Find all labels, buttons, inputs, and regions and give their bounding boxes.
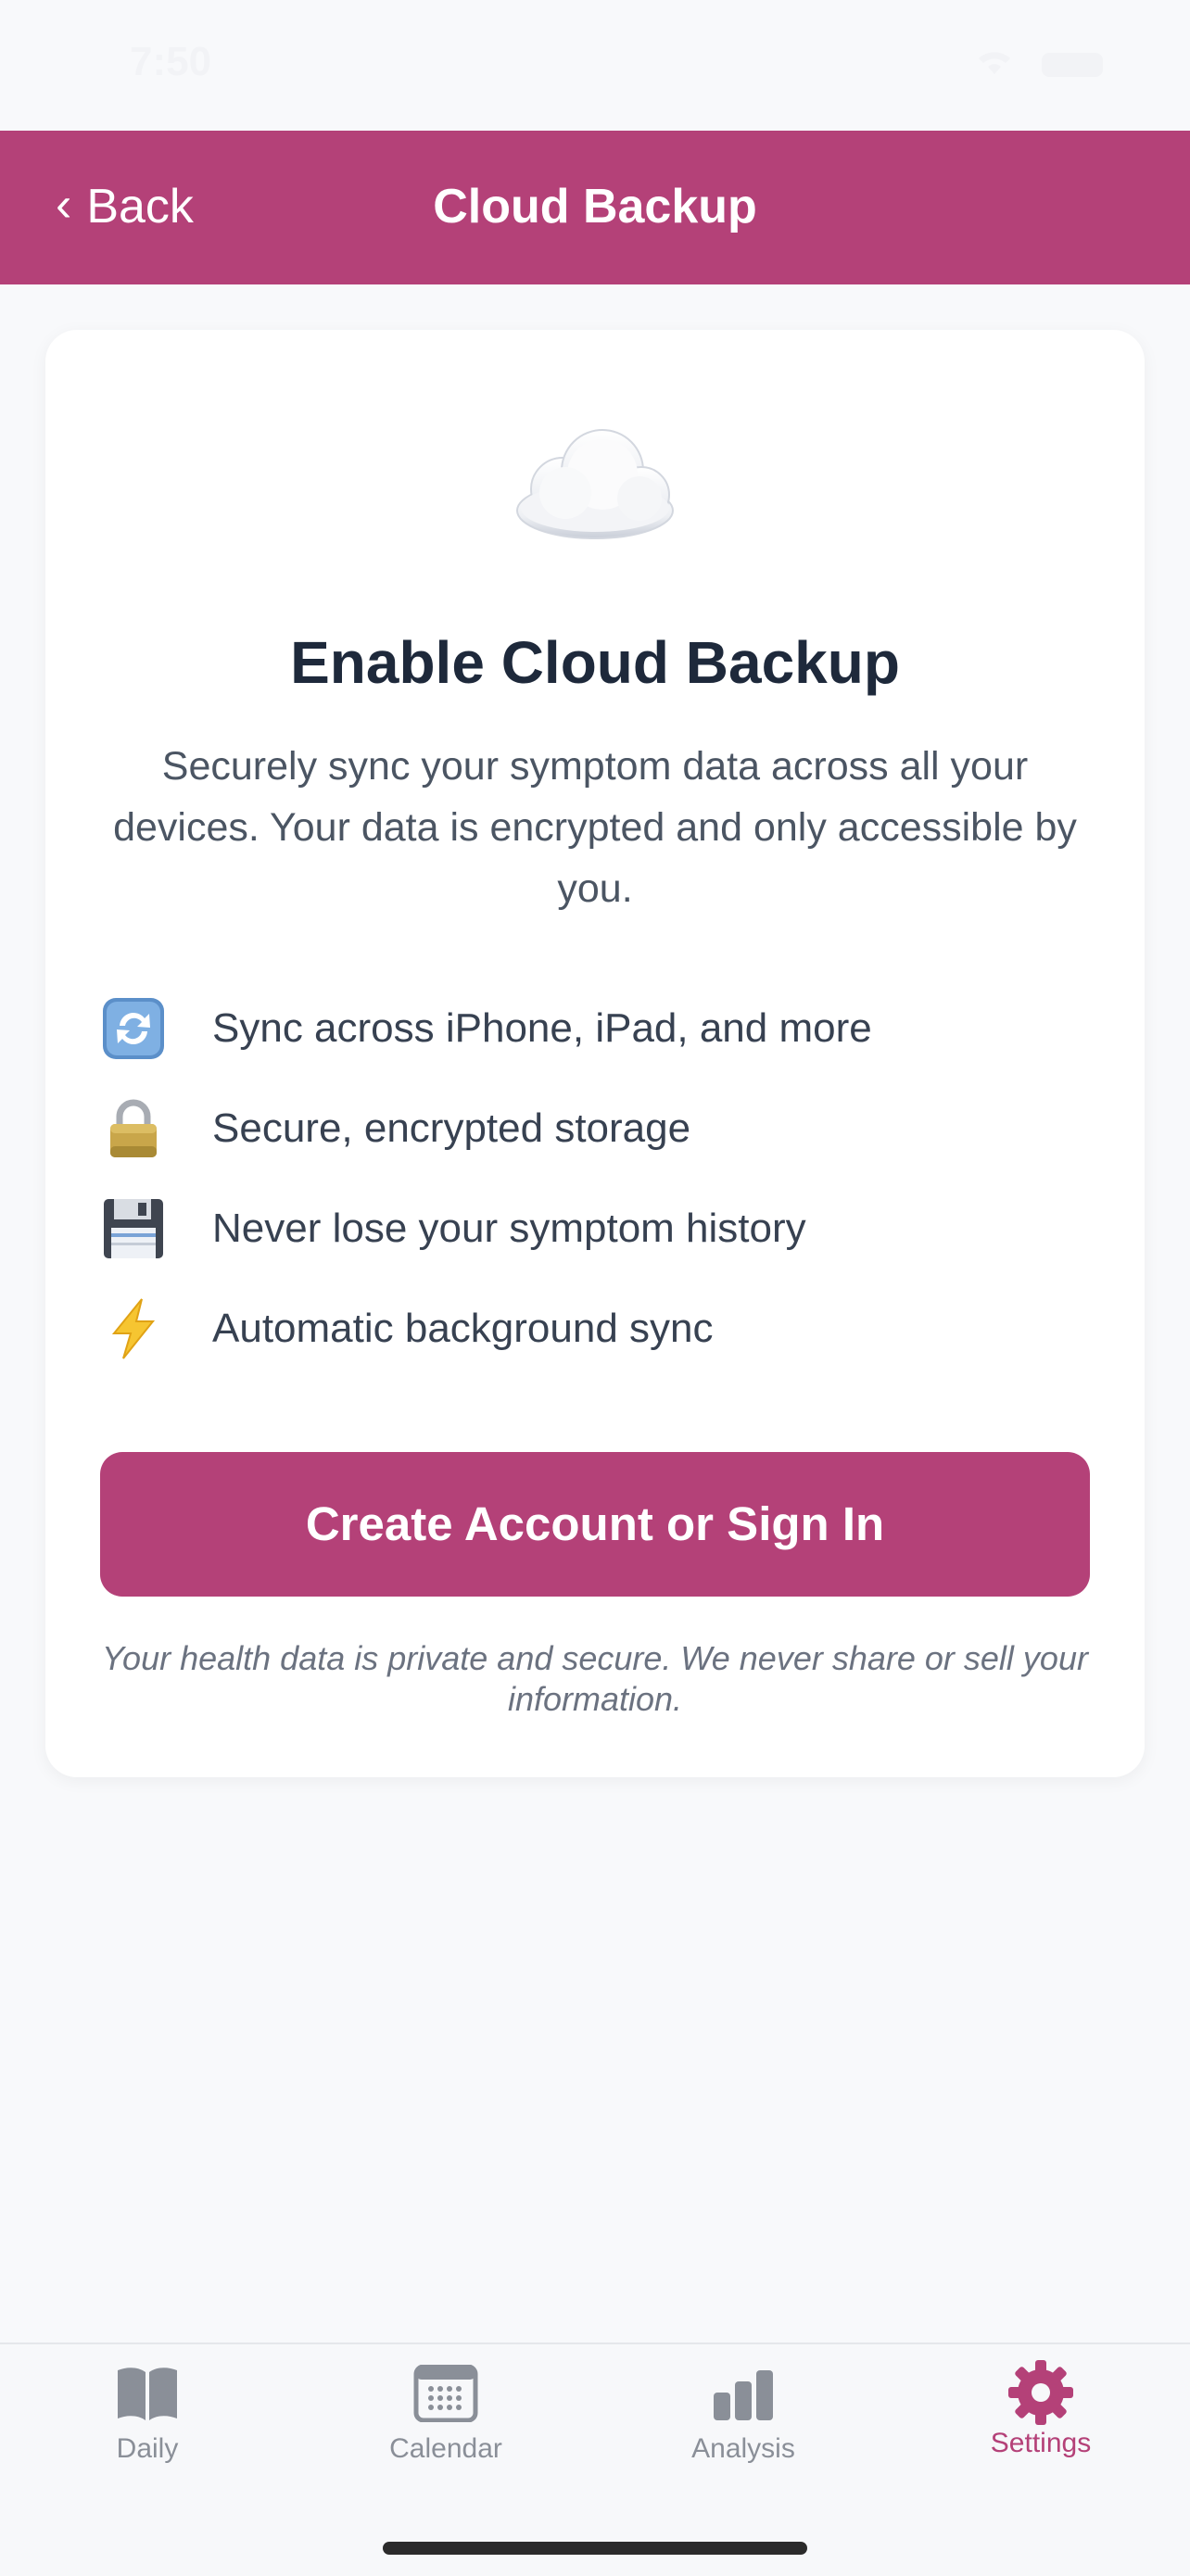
card-description: Securely sync your symptom data across a… (113, 744, 1077, 911)
cloud-icon (516, 429, 674, 539)
feature-item: Secure, encrypted storage (101, 1079, 1102, 1179)
create-account-button[interactable]: Create Account or Sign In (100, 1452, 1090, 1597)
tab-label: Analysis (691, 2433, 795, 2464)
feature-text: Sync across iPhone, iPad, and more (212, 1005, 872, 1051)
feature-text: Secure, encrypted storage (212, 1105, 691, 1151)
tab-daily[interactable]: Daily (55, 2365, 240, 2494)
feature-item: Automatic background sync (101, 1279, 1102, 1379)
status-time: 7:50 (130, 39, 212, 84)
sync-icon (103, 998, 164, 1059)
floppy-disk-icon (104, 1199, 163, 1258)
tab-bar: Daily Calendar Analysis Settings (0, 2342, 1190, 2576)
tab-calendar[interactable]: Calendar (353, 2365, 538, 2494)
status-bar: 7:50 (0, 0, 1190, 131)
cloud-backup-card: Enable Cloud Backup Securely sync your s… (45, 330, 1145, 1777)
card-title: Enable Cloud Backup (290, 629, 900, 696)
battery-icon (1042, 53, 1103, 77)
tab-analysis[interactable]: Analysis (651, 2365, 836, 2494)
tab-settings[interactable]: Settings (948, 2360, 1133, 2494)
privacy-note: Your health data is private and secure. … (102, 1639, 1088, 1718)
tab-label: Calendar (389, 2433, 502, 2464)
feature-list: Sync across iPhone, iPad, and more Secur… (101, 979, 1102, 1379)
tab-label: Daily (116, 2433, 179, 2464)
lightning-icon (111, 1298, 156, 1359)
navigation-bar: ‹ Back Cloud Backup (0, 131, 1190, 284)
feature-text: Never lose your symptom history (212, 1206, 806, 1251)
tab-label: Settings (990, 2428, 1092, 2458)
feature-item: Never lose your symptom history (101, 1179, 1102, 1279)
calendar-icon (413, 2365, 478, 2422)
gear-icon (1008, 2360, 1073, 2425)
lock-icon (110, 1099, 157, 1157)
feature-item: Sync across iPhone, iPad, and more (101, 979, 1102, 1079)
page-title: Cloud Backup (433, 180, 757, 234)
feature-text: Automatic background sync (212, 1306, 714, 1351)
home-indicator (383, 2542, 807, 2555)
wifi-icon (979, 52, 1010, 74)
book-icon (118, 2368, 177, 2420)
bar-chart-icon (714, 2370, 773, 2420)
